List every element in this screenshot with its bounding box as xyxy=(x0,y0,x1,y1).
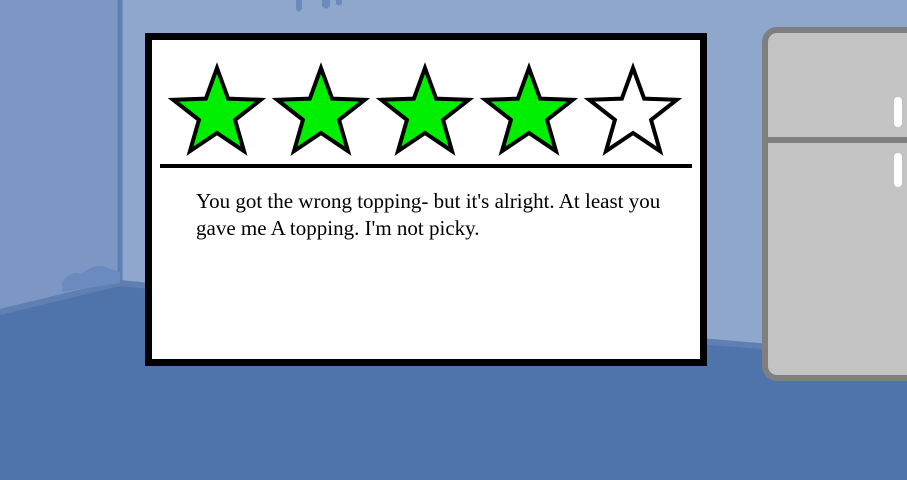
star-filled-icon xyxy=(272,62,370,156)
star-empty-icon xyxy=(584,62,682,156)
review-text: You got the wrong topping- but it's alri… xyxy=(196,189,661,240)
fridge-bottom-handle xyxy=(894,153,902,187)
divider-line xyxy=(160,164,692,168)
star-filled-icon xyxy=(376,62,474,156)
game-scene: You got the wrong topping- but it's alri… xyxy=(0,0,907,480)
review-card: You got the wrong topping- but it's alri… xyxy=(145,33,707,366)
star-filled-icon xyxy=(168,62,266,156)
left-wall xyxy=(0,0,120,312)
star-filled-icon xyxy=(480,62,578,156)
fridge-top-handle xyxy=(894,97,902,127)
fridge-icon xyxy=(762,27,907,381)
star-rating xyxy=(168,62,688,162)
